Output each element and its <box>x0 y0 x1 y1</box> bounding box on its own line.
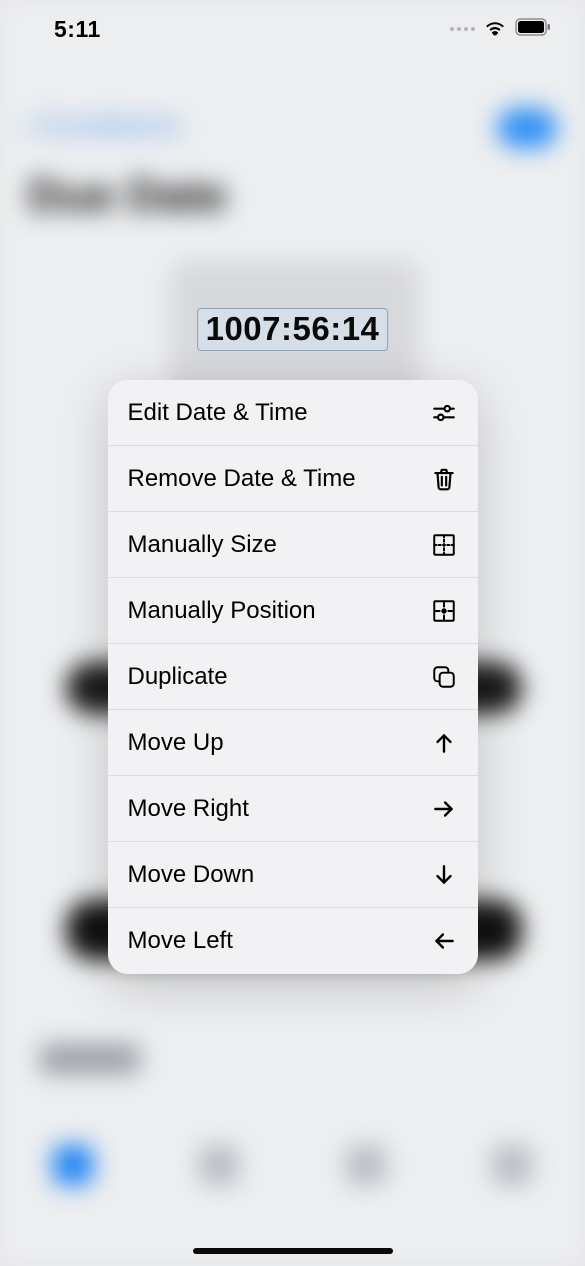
tab-blurred <box>199 1145 239 1185</box>
resize-icon <box>430 531 458 559</box>
position-icon <box>430 597 458 625</box>
menu-item-label: Move Up <box>128 729 224 757</box>
status-right <box>450 17 551 42</box>
remove-date-time-item[interactable]: Remove Date & Time <box>108 446 478 512</box>
move-left-item[interactable]: Move Left <box>108 908 478 974</box>
nav-back-blurred: ‹ Countdowns <box>20 110 180 141</box>
arrow-down-icon <box>430 861 458 889</box>
menu-item-label: Move Down <box>128 861 255 889</box>
menu-item-label: Manually Position <box>128 597 316 625</box>
move-up-item[interactable]: Move Up <box>108 710 478 776</box>
edit-date-time-item[interactable]: Edit Date & Time <box>108 380 478 446</box>
tab-bar-blurred <box>0 1120 585 1210</box>
menu-item-label: Manually Size <box>128 531 277 559</box>
page-title-blurred: Due Date <box>28 168 227 222</box>
duplicate-item[interactable]: Duplicate <box>108 644 478 710</box>
battery-icon <box>515 18 551 41</box>
selected-timer-widget[interactable]: 1007:56:14 <box>197 308 389 351</box>
context-menu: Edit Date & Time Remove Date & Time Manu… <box>108 380 478 974</box>
status-time: 5:11 <box>54 16 101 43</box>
move-right-item[interactable]: Move Right <box>108 776 478 842</box>
nav-toggle-blurred <box>497 108 557 148</box>
background-control-blurred <box>40 1044 140 1074</box>
home-indicator[interactable] <box>193 1248 393 1254</box>
sliders-icon <box>430 399 458 427</box>
wifi-icon <box>483 17 507 42</box>
timer-value: 1007:56:14 <box>206 310 380 348</box>
cellular-dots-icon <box>450 27 475 31</box>
arrow-left-icon <box>430 927 458 955</box>
menu-item-label: Move Left <box>128 927 233 955</box>
trash-icon <box>430 465 458 493</box>
move-down-item[interactable]: Move Down <box>108 842 478 908</box>
duplicate-icon <box>430 663 458 691</box>
tab-active-blurred <box>53 1145 93 1185</box>
arrow-up-icon <box>430 729 458 757</box>
menu-item-label: Duplicate <box>128 663 228 691</box>
menu-item-label: Move Right <box>128 795 249 823</box>
menu-item-label: Remove Date & Time <box>128 465 356 493</box>
arrow-right-icon <box>430 795 458 823</box>
tab-blurred <box>492 1145 532 1185</box>
manually-size-item[interactable]: Manually Size <box>108 512 478 578</box>
menu-item-label: Edit Date & Time <box>128 399 308 427</box>
status-bar: 5:11 <box>0 0 585 58</box>
manually-position-item[interactable]: Manually Position <box>108 578 478 644</box>
tab-blurred <box>346 1145 386 1185</box>
